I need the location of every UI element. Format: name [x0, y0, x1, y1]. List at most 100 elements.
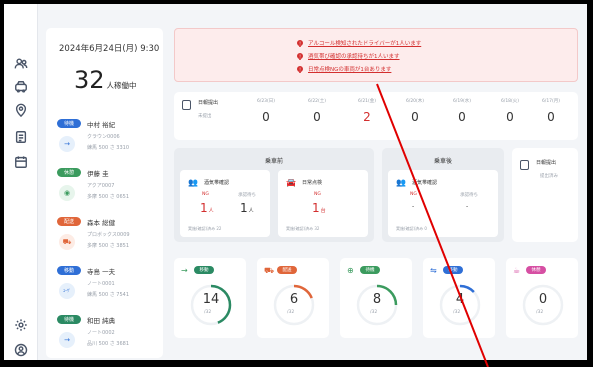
- stat-badge: 休憩: [526, 266, 546, 274]
- card-title: 日常点検: [302, 180, 323, 186]
- stat-total: /32: [453, 310, 461, 315]
- daily-value: 0: [411, 110, 419, 124]
- driver-plate: 品川 500 さ 3681: [87, 341, 130, 347]
- break-icon: ◉: [59, 185, 75, 201]
- ng-value: 1人: [200, 201, 214, 215]
- driver-vehicle: クラウン0006: [87, 134, 120, 140]
- daily-report-sub: 未提出: [198, 114, 212, 119]
- driver-card[interactable]: 休憩 伊藤 圭 ◉ アクア0007 多摩 500 さ 0651: [57, 168, 161, 210]
- ng-value: -: [412, 203, 415, 210]
- daily-value: 0: [547, 110, 555, 124]
- status-badge: 配送: [57, 217, 81, 226]
- report-submitted-card[interactable]: 日報提出 提出済み: [512, 148, 578, 242]
- daily-date: 6/19(水): [452, 99, 472, 104]
- stat-value: 14: [202, 292, 220, 307]
- alert-link-inspection[interactable]: ! 日常点検NGの車両が1台あります: [297, 65, 391, 73]
- icon-rail: [4, 4, 38, 360]
- users-icon: 👥: [396, 178, 406, 187]
- driver-card[interactable]: 移動 寺島 一夫 ﾕｰｻﾞ ノート0001 練馬 500 さ 7541: [57, 266, 161, 308]
- stat-badge: 待機: [360, 266, 380, 274]
- driver-vehicle: ノート0001: [87, 281, 115, 287]
- daily-inspection-card[interactable]: 🚘 日常点検 NG 1台 実施(確認)済み 32: [278, 170, 368, 237]
- daily-column: 6/23(日) 0: [246, 98, 286, 124]
- report-icon[interactable]: [13, 129, 29, 145]
- account-icon[interactable]: [13, 342, 29, 358]
- driver-plate: 練馬 500 さ 7541: [87, 292, 130, 298]
- stat-badge: 移動: [443, 266, 463, 274]
- stat-badge: 配送: [277, 266, 297, 274]
- alert-banner: ! アルコール検知されたドライバーが1人います ! 酒気帯び確認の承認待ちが1人いま…: [174, 28, 578, 82]
- status-badge: 待機: [57, 119, 81, 128]
- alcohol-check-card[interactable]: 👥 酒気帯確認 NG 1人 承認待ち 1人 実施(確認)済み 22: [180, 170, 270, 237]
- ng-label: NG: [314, 192, 321, 197]
- after-alcohol-check-card[interactable]: 👥 酒気帯確認 NG - 承認待ち - 実施(確認)済み 0: [388, 170, 498, 237]
- driver-vehicle: プロボックス0009: [87, 232, 130, 238]
- alert-text: 酒気帯び確認の承認待ちが1人います: [308, 54, 400, 60]
- stat-card[interactable]: ☕ 休憩 0 /32: [506, 258, 578, 338]
- card-footer: 実施(確認)済み 32: [286, 226, 320, 231]
- daily-value: 0: [506, 110, 514, 124]
- driver-plate: 多摩 500 さ 3851: [87, 243, 130, 249]
- alert-link-approval[interactable]: ! 酒気帯び確認の承認待ちが1人います: [297, 52, 400, 60]
- after-ride-section: 乗車後 👥 酒気帯確認 NG - 承認待ち - 実施(確認)済み 0: [382, 148, 504, 242]
- arrow-icon: →: [59, 136, 75, 152]
- status-badge: 休憩: [57, 168, 81, 177]
- daily-value: 0: [262, 110, 270, 124]
- daily-report-strip[interactable]: 日報提出 未提出 6/23(日) 0 6/22(土) 0 6/21(金) 2 6/20…: [174, 92, 578, 140]
- status-badge: 待機: [57, 315, 81, 324]
- card-footer: 実施(確認)済み 22: [188, 226, 222, 231]
- stat-value: 8: [372, 292, 382, 307]
- document-icon: [520, 160, 529, 170]
- daily-value: 0: [313, 110, 321, 124]
- driver-card[interactable]: 配送 森本 総健 ⛟ プロボックス0009 多摩 500 さ 3851: [57, 217, 161, 259]
- stat-card[interactable]: ⇋ 移動 4 /32: [423, 258, 495, 338]
- driver-card[interactable]: 待機 和田 純典 → ノート0002 品川 500 さ 3681: [57, 315, 161, 357]
- stat-card[interactable]: → 移動 14 /32: [174, 258, 246, 338]
- alert-icon: !: [297, 40, 303, 46]
- stat-badge: 移動: [194, 266, 214, 274]
- ng-label: NG: [410, 192, 417, 197]
- arrow-icon: →: [181, 266, 188, 275]
- daily-column: 6/18(火) 0: [490, 98, 530, 124]
- ng-value: 1台: [312, 201, 326, 215]
- stat-total: /32: [287, 310, 295, 315]
- daily-column: 6/17(月) 0: [531, 98, 571, 124]
- section-title: 乗車後: [433, 158, 452, 165]
- stat-total: /32: [204, 310, 212, 315]
- before-ride-section: 乗車前 👥 酒気帯確認 NG 1人 承認待ち 1人 実施(確認)済み 22 🚘 …: [174, 148, 374, 242]
- stat-total: /32: [536, 310, 544, 315]
- calendar-icon[interactable]: [13, 154, 29, 170]
- car-icon[interactable]: [13, 79, 29, 95]
- settings-icon[interactable]: [13, 317, 29, 333]
- document-icon: [182, 100, 191, 110]
- daily-value: 0: [458, 110, 466, 124]
- working-count-value: 32: [74, 66, 105, 94]
- stat-value: 0: [538, 292, 548, 307]
- driver-plate: 練馬 500 さ 3310: [87, 145, 130, 151]
- pending-label: 承認待ち: [460, 193, 478, 198]
- daily-date: 6/17(月): [541, 99, 561, 104]
- daily-date: 6/23(日): [256, 99, 276, 104]
- users-icon[interactable]: [13, 56, 29, 72]
- driver-name: 中村 裕紀: [87, 121, 116, 129]
- driver-vehicle: アクア0007: [87, 183, 115, 189]
- daily-column: 6/21(金) 2: [347, 98, 387, 124]
- pending-value: -: [466, 203, 469, 210]
- daily-date: 6/18(火): [500, 99, 520, 104]
- pin-icon: ⊕: [347, 266, 354, 275]
- working-count-unit: 人稼働中: [106, 81, 137, 90]
- driver-card[interactable]: 待機 中村 裕紀 → クラウン0006 練馬 500 さ 3310: [57, 119, 161, 161]
- status-badge: 移動: [57, 266, 81, 275]
- coffee-icon: ☕: [513, 266, 521, 275]
- transfer-icon: ⇋: [430, 266, 437, 275]
- daily-report-title: 日報提出: [198, 100, 219, 106]
- users-icon: 👥: [188, 178, 198, 187]
- alert-link-alcohol[interactable]: ! アルコール検知されたドライバーが1人います: [297, 39, 421, 47]
- report-title: 日報提出: [536, 160, 557, 166]
- stat-card[interactable]: ⊕ 待機 8 /32: [340, 258, 412, 338]
- location-icon[interactable]: [13, 102, 29, 118]
- section-title: 乗車前: [264, 158, 283, 165]
- stat-card[interactable]: ⛟ 配送 6 /32: [257, 258, 329, 338]
- alert-icon: !: [297, 53, 303, 59]
- daily-column: 6/19(水) 0: [442, 98, 482, 124]
